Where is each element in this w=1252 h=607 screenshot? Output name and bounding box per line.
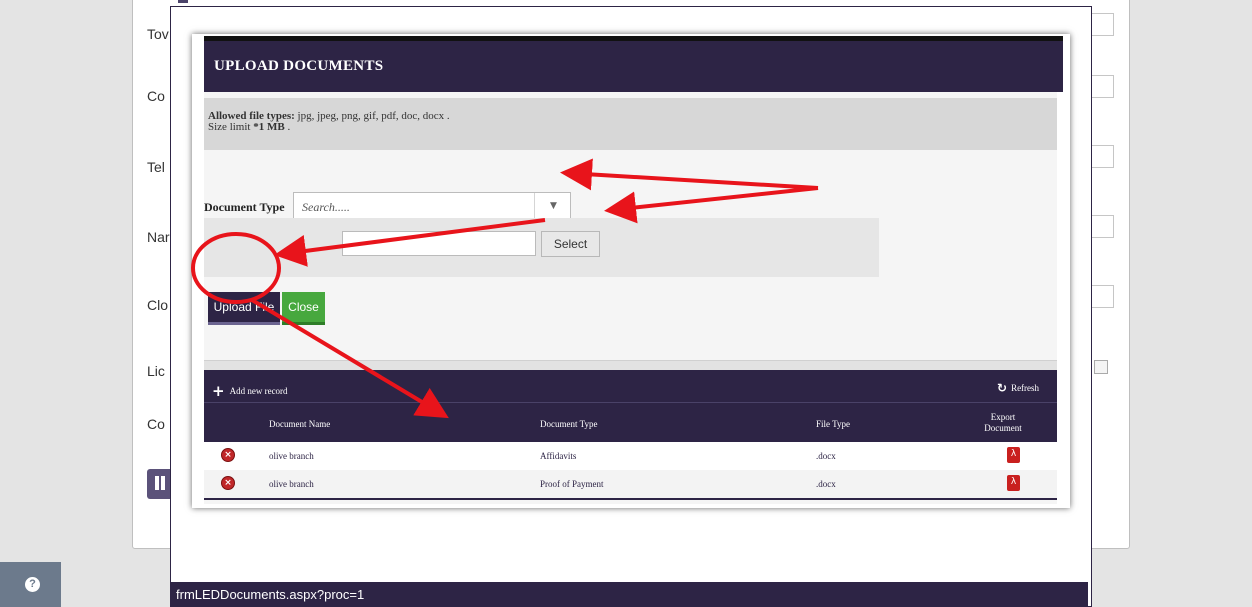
row-file-type: .docx (816, 451, 836, 461)
row-document-type: Affidavits (540, 451, 577, 461)
plus-icon: + (212, 382, 225, 400)
table-row: × olive branch Affidavits .docx λ (204, 442, 1057, 470)
size-limit-label: Size limit (208, 121, 251, 133)
status-bar-url: frmLEDDocuments.aspx?proc=1 (171, 582, 1088, 607)
grid-toolbar: + Add new record ↻ Refresh (204, 370, 1057, 402)
field-label-name: Nar (147, 229, 170, 245)
field-label-licence: Lic (147, 363, 165, 379)
field-label-closing: Clo (147, 297, 169, 313)
size-limit-line: Size limit *1 MB . (208, 122, 1057, 133)
grid-header: Document Name Document Type File Type Ex… (204, 402, 1057, 443)
row-document-name: olive branch (269, 479, 314, 489)
column-header-export-line1: Export (990, 412, 1016, 422)
dropdown-arrow-icon[interactable]: ▼ (534, 193, 572, 219)
window-edge (178, 0, 188, 3)
help-button[interactable]: ? (0, 562, 61, 607)
column-header-export-line2: Document (984, 423, 1022, 433)
column-header-document-name[interactable]: Document Name (269, 419, 330, 429)
question-circle-icon: ? (25, 577, 40, 592)
field-label-country: Co (147, 88, 165, 104)
field-label-telephone: Tel (147, 159, 165, 175)
allowed-types-value: jpg, jpeg, png, gif, pdf, doc, docx . (297, 110, 450, 122)
delete-icon[interactable]: × (221, 448, 235, 462)
field-label-town: Tov (147, 26, 169, 42)
size-limit-suffix: . (287, 121, 291, 133)
column-header-document-type[interactable]: Document Type (540, 419, 597, 429)
documents-grid: + Add new record ↻ Refresh Document Name D… (204, 370, 1057, 500)
upload-file-button[interactable]: Upload File (208, 292, 280, 325)
document-type-placeholder: Search..... (302, 200, 350, 214)
upload-documents-modal: UPLOAD DOCUMENTS Allowed file types: jpg… (192, 34, 1070, 508)
add-new-record-label: Add new record (229, 386, 288, 396)
allowed-types-line: Allowed file types: jpg, jpeg, png, gif,… (208, 111, 1057, 122)
document-type-label: Document Type (204, 200, 285, 214)
document-type-dropdown[interactable]: Search..... ▼ (293, 192, 571, 220)
row-document-name: olive branch (269, 451, 314, 461)
column-header-file-type[interactable]: File Type (816, 419, 850, 429)
export-pdf-icon[interactable]: λ (1007, 447, 1020, 463)
size-limit-value: *1 MB (253, 121, 285, 133)
calendar-icon[interactable] (1094, 360, 1108, 374)
modal-title: UPLOAD DOCUMENTS (204, 41, 1063, 92)
row-document-type: Proof of Payment (540, 479, 604, 489)
refresh-button[interactable]: ↻ Refresh (997, 380, 1040, 395)
file-picker-area: Select (204, 218, 879, 277)
modal-content: Allowed file types: jpg, jpeg, png, gif,… (204, 92, 1057, 504)
export-pdf-icon[interactable]: λ (1007, 475, 1020, 491)
row-file-type: .docx (816, 479, 836, 489)
field-label-comments: Co (147, 416, 165, 432)
close-button[interactable]: Close (282, 292, 325, 325)
add-new-record-button[interactable]: + Add new record (212, 380, 288, 400)
file-name-input[interactable] (342, 231, 536, 256)
refresh-icon: ↻ (997, 381, 1008, 395)
file-type-info: Allowed file types: jpg, jpeg, png, gif,… (204, 98, 1057, 150)
table-row: × olive branch Proof of Payment .docx λ (204, 470, 1057, 498)
column-header-export-document: Export Document (973, 412, 1033, 434)
delete-icon[interactable]: × (221, 476, 235, 490)
select-file-button[interactable]: Select (541, 231, 600, 257)
refresh-label: Refresh (1011, 383, 1040, 393)
